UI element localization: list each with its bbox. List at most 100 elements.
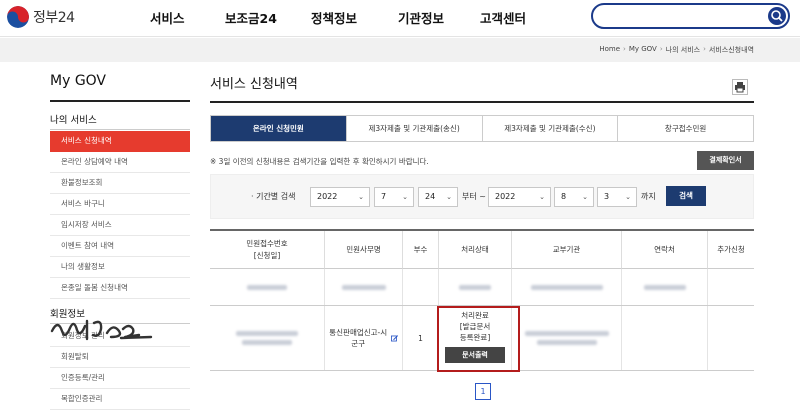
site-header: 정부24 서비스 보조금24 정책정보 기관정보 고객센터	[0, 0, 800, 37]
payment-confirm-button[interactable]: 결제확인서	[697, 151, 754, 170]
site-logo[interactable]: 정부24	[7, 5, 75, 29]
edit-icon[interactable]	[391, 334, 399, 343]
to-month-select[interactable]: 8 ⌄	[554, 187, 594, 207]
chevron-down-icon: ⌄	[582, 193, 588, 201]
logo-text: 정부24	[33, 10, 75, 26]
tab-online[interactable]: 온라인 신청민원	[211, 116, 346, 141]
title-divider	[210, 101, 754, 103]
page-title: 서비스 신청내역	[210, 77, 298, 92]
table-cell-copies: 1	[402, 306, 438, 370]
nav-subsidy[interactable]: 보조금24	[225, 8, 311, 27]
from-year-select[interactable]: 2022 ⌄	[310, 187, 370, 207]
to-year-select[interactable]: 2022 ⌄	[488, 187, 551, 207]
sidebar-item-care[interactable]: 온종일 돌봄 신청내역	[50, 278, 190, 299]
sidebar-section-my-service: 나의 서비스	[50, 115, 97, 126]
filter-label: · 기간별 검색	[251, 192, 296, 201]
table-cell-receipt	[210, 269, 324, 305]
history-table: 민원접수번호 [신청일] 민원사무명 부수 처리상태 교부기관 연락처 추가신청…	[210, 229, 754, 372]
redacted-text	[643, 284, 686, 290]
sidebar-item-cert-register[interactable]: 인증등록/관리	[50, 368, 190, 389]
redacted-text	[236, 331, 298, 336]
nav-agency[interactable]: 기관정보	[398, 8, 480, 27]
breadcrumb-mygov[interactable]: My GOV	[629, 45, 657, 55]
redacted-text	[524, 331, 609, 336]
table-cell-contact	[621, 306, 707, 370]
from-month-select[interactable]: 7 ⌄	[374, 187, 414, 207]
sidebar-item-events[interactable]: 이벤트 참여 내역	[50, 236, 190, 257]
breadcrumb-my-service[interactable]: 나의 서비스	[666, 45, 700, 55]
tab-bar: 온라인 신청민원 제3자제출 및 기관제출(송신) 제3자제출 및 기관제출(수…	[210, 115, 754, 142]
chevron-down-icon: ⌄	[446, 193, 452, 201]
filter-search-button[interactable]: 검색	[666, 186, 706, 206]
notice-text: ※ 3일 이전의 신청내용은 검색기간을 입력한 후 확인하시기 바랍니다.	[210, 157, 429, 166]
sidebar-item-temp-saved[interactable]: 임시저장 서비스	[50, 215, 190, 236]
table-cell-contact	[621, 269, 707, 305]
printer-icon	[735, 82, 745, 93]
chevron-right-icon: ›	[703, 45, 706, 53]
sidebar-section-divider	[50, 129, 190, 130]
from-year-value: 2022	[317, 192, 338, 201]
period-filter: · 기간별 검색 2022 ⌄ 7 ⌄ 24 ⌄ 부터 ~ 2022 ⌄ 8 ⌄ 3 ⌄ 까…	[210, 174, 754, 219]
chevron-down-icon: ⌄	[539, 193, 545, 201]
to-day-value: 3	[604, 192, 610, 201]
taegeuk-logo-icon	[7, 6, 29, 28]
redacted-text	[242, 340, 292, 345]
table-cell-status	[438, 269, 511, 305]
sidebar-item-consult-reservation[interactable]: 온라인 상담예약 내역	[50, 152, 190, 173]
sidebar-item-life-info[interactable]: 나의 생활정보	[50, 257, 190, 278]
sidebar-item-withdraw[interactable]: 회원탈퇴	[50, 347, 190, 368]
service-name-text: 통신판매업신고-시군구	[329, 328, 388, 348]
from-month-value: 7	[381, 192, 387, 201]
sidebar-divider	[50, 100, 190, 102]
search-icon	[771, 10, 783, 22]
breadcrumb-home[interactable]: Home	[599, 45, 620, 55]
table-cell-additional	[707, 306, 754, 370]
col-header-service-name: 민원사무명	[324, 231, 402, 269]
breadcrumb-current: 서비스신청내역	[708, 46, 754, 54]
col-header-status: 처리상태	[438, 231, 511, 269]
redacted-text	[341, 284, 386, 290]
sidebar-item-basket[interactable]: 서비스 바구니	[50, 194, 190, 215]
table-cell-service	[324, 269, 402, 305]
from-day-value: 24	[425, 192, 436, 201]
redacted-text	[459, 284, 491, 290]
tab-third-party-send[interactable]: 제3자제출 및 기관제출(송신)	[345, 116, 482, 141]
sidebar-item-refund[interactable]: 환불정보조회	[50, 173, 190, 194]
sidebar-item-multi-auth[interactable]: 복합인증관리	[50, 389, 190, 410]
filter-from-text: 부터 ~	[462, 192, 486, 201]
sidebar-item-service-history[interactable]: 서비스 신청내역	[50, 131, 190, 152]
filter-to-text: 까지	[641, 192, 656, 201]
nav-service[interactable]: 서비스	[150, 8, 225, 27]
redacted-text	[247, 284, 287, 290]
chevron-down-icon: ⌄	[402, 193, 408, 201]
col-header-receipt-no: 민원접수번호 [신청일]	[210, 231, 324, 269]
chevron-right-icon: ›	[623, 45, 626, 53]
print-button[interactable]	[732, 79, 748, 95]
col-header-additional: 추가신청	[707, 231, 754, 269]
nav-customer-center[interactable]: 고객센터	[480, 8, 526, 27]
table-cell-copies	[402, 269, 438, 305]
to-month-value: 8	[561, 192, 567, 201]
search-button[interactable]	[768, 7, 786, 25]
chevron-down-icon: ⌄	[358, 193, 364, 201]
watermark-scribble	[50, 319, 153, 341]
table-cell-agency	[511, 306, 621, 370]
table-cell-agency	[511, 269, 621, 305]
print-document-button[interactable]: 문서출력	[445, 347, 505, 363]
col-header-copies: 부수	[402, 231, 438, 269]
redacted-text	[536, 340, 597, 345]
table-cell-service: 통신판매업신고-시군구	[324, 306, 402, 370]
search-input[interactable]	[591, 3, 790, 29]
table-cell-additional	[707, 269, 754, 305]
tab-counter[interactable]: 창구접수민원	[617, 116, 753, 141]
redacted-text	[530, 284, 603, 290]
from-day-select[interactable]: 24 ⌄	[418, 187, 458, 207]
main-nav: 서비스 보조금24 정책정보 기관정보 고객센터	[150, 8, 526, 27]
breadcrumb: Home › My GOV › 나의 서비스 › 서비스신청내역	[599, 45, 754, 55]
to-day-select[interactable]: 3 ⌄	[597, 187, 637, 207]
nav-policy[interactable]: 정책정보	[311, 8, 398, 27]
tab-third-party-receive[interactable]: 제3자제출 및 기관제출(수신)	[481, 116, 618, 141]
chevron-right-icon: ›	[659, 45, 663, 53]
col-header-issuing-agency: 교부기관	[511, 231, 621, 269]
pagination-page-1[interactable]: 1	[475, 383, 491, 400]
